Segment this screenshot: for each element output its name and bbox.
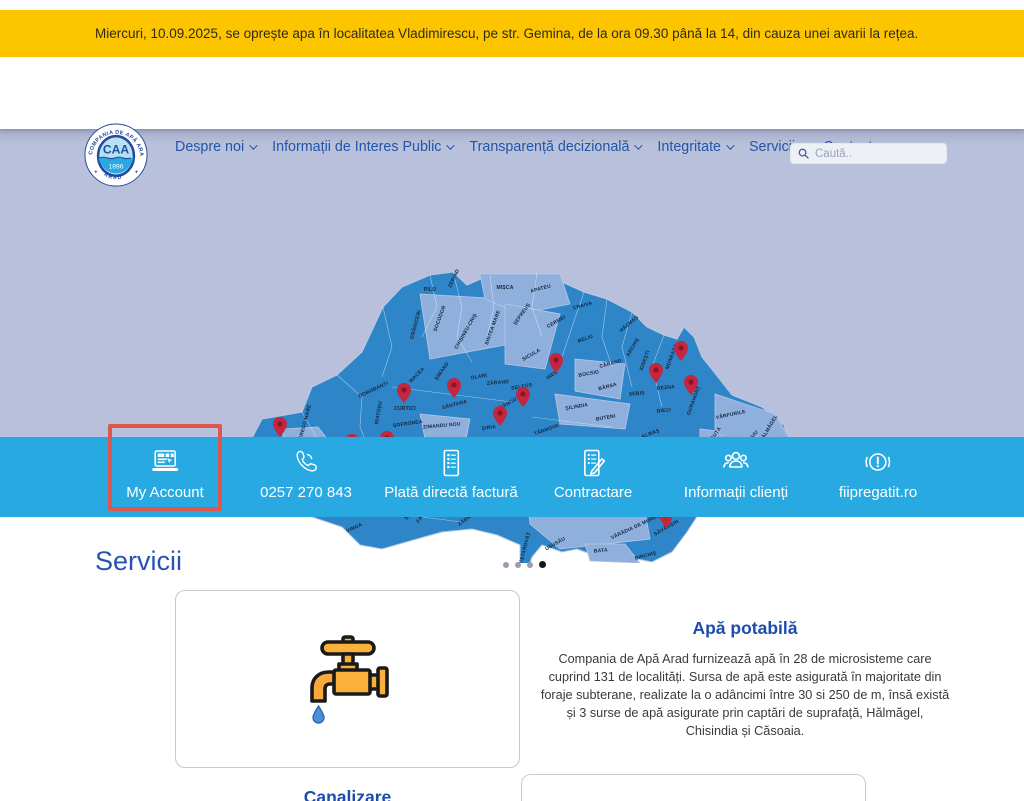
alert-banner: Miercuri, 10.09.2025, se oprește apa în … (0, 10, 1024, 57)
search-icon (798, 148, 809, 159)
carousel-dot-1[interactable] (503, 562, 509, 568)
quicklink-label: Plată directă factură (384, 484, 517, 501)
carousel-dot-3[interactable] (527, 562, 533, 568)
quicklink-fiipregatit-ro[interactable]: fiipregatit.ro (839, 447, 917, 501)
search-input[interactable] (815, 148, 935, 160)
alert-banner-text: Miercuri, 10.09.2025, se oprește apa în … (95, 26, 918, 41)
page: Miercuri, 10.09.2025, se oprește apa în … (0, 0, 1024, 801)
alert-circle-icon (863, 447, 893, 479)
faucet-icon (298, 629, 398, 729)
quicklink-label: Contractare (554, 484, 632, 501)
nav-item-informatii-de-interes-public[interactable]: Informații de Interes Public (272, 139, 452, 155)
header: COMPANIA DE APĂ ARAD SA CAA 1896 ARAD ✦ … (0, 57, 1024, 129)
nav-item-despre-noi[interactable]: Despre noi (175, 139, 255, 155)
invoice-icon (436, 447, 466, 479)
logo-year: 1896 (108, 164, 123, 171)
company-logo[interactable]: COMPANIA DE APĂ ARAD SA CAA 1896 ARAD ✦ … (84, 123, 148, 187)
contract-icon (578, 447, 608, 479)
nav-item-integritate[interactable]: Integritate (657, 139, 732, 155)
carousel-dot-4[interactable] (539, 561, 546, 568)
chevron-down-icon (635, 141, 643, 149)
service-description: Compania de Apă Arad furnizează apă în 2… (540, 650, 950, 740)
quicklink-my-account[interactable]: My Account (126, 447, 204, 501)
section-title: Servicii (95, 546, 182, 577)
quicklink-contractare[interactable]: Contractare (554, 447, 632, 501)
quicklink-label: Informații clienți (684, 484, 788, 501)
map-label-bata: BATA (594, 547, 609, 554)
carousel-dots (503, 561, 546, 568)
chevron-down-icon (447, 141, 455, 149)
svg-text:✦: ✦ (134, 169, 138, 175)
carousel-dot-2[interactable] (515, 562, 521, 568)
quicklink-label: 0257 270 843 (260, 484, 352, 501)
phone-icon (291, 447, 321, 479)
nav-item-label: Servicii (749, 139, 795, 155)
nav-item-label: Despre noi (175, 139, 244, 155)
svg-text:✦: ✦ (94, 169, 98, 175)
hero-carousel-slide: ZERINDPILUMIȘCAAPATEUȘEPREUȘCERMEICRAIVA… (0, 129, 1024, 437)
laptop-icon (149, 447, 181, 479)
nav-item-label: Informații de Interes Public (272, 139, 441, 155)
service-title-canalizare: Canalizare (175, 787, 520, 801)
chevron-down-icon (726, 141, 734, 149)
quicklink-label: My Account (126, 484, 204, 501)
nav-item-label: Transparență decizională (469, 139, 629, 155)
people-icon (720, 447, 752, 479)
logo-acronym: CAA (103, 143, 129, 157)
quicklink-0257-270-843[interactable]: 0257 270 843 (260, 447, 352, 501)
arad-county-map: ZERINDPILUMIȘCAAPATEUȘEPREUȘCERMEICRAIVA… (232, 267, 802, 563)
map-label-pilu: PILU (424, 287, 436, 293)
quicklink-plata-directa-factura[interactable]: Plată directă factură (384, 447, 517, 501)
quicklink-informatii-clienti[interactable]: Informații clienți (684, 447, 788, 501)
chevron-down-icon (249, 141, 257, 149)
quicklink-label: fiipregatit.ro (839, 484, 917, 501)
search-box[interactable] (790, 143, 947, 164)
service-text-apa-potabila: Apă potabilă Compania de Apă Arad furniz… (540, 618, 950, 740)
main-nav: Despre noi Informații de Interes Public Tr… (175, 139, 872, 155)
service-title: Apă potabilă (540, 618, 950, 639)
map-label-dieci: DIECI (657, 407, 672, 414)
service-card-apa-potabila[interactable] (175, 590, 520, 768)
map-label-misca: MIȘCA (496, 285, 513, 291)
nav-item-label: Integritate (657, 139, 721, 155)
map-label-curtici: CURTICI (394, 406, 416, 412)
quicklinks-bar: My Account 0257 270 843 Plată directă fa… (0, 437, 1024, 517)
nav-item-transparenta-decizionala[interactable]: Transparență decizională (469, 139, 640, 155)
service-card-canalizare[interactable] (521, 774, 866, 801)
